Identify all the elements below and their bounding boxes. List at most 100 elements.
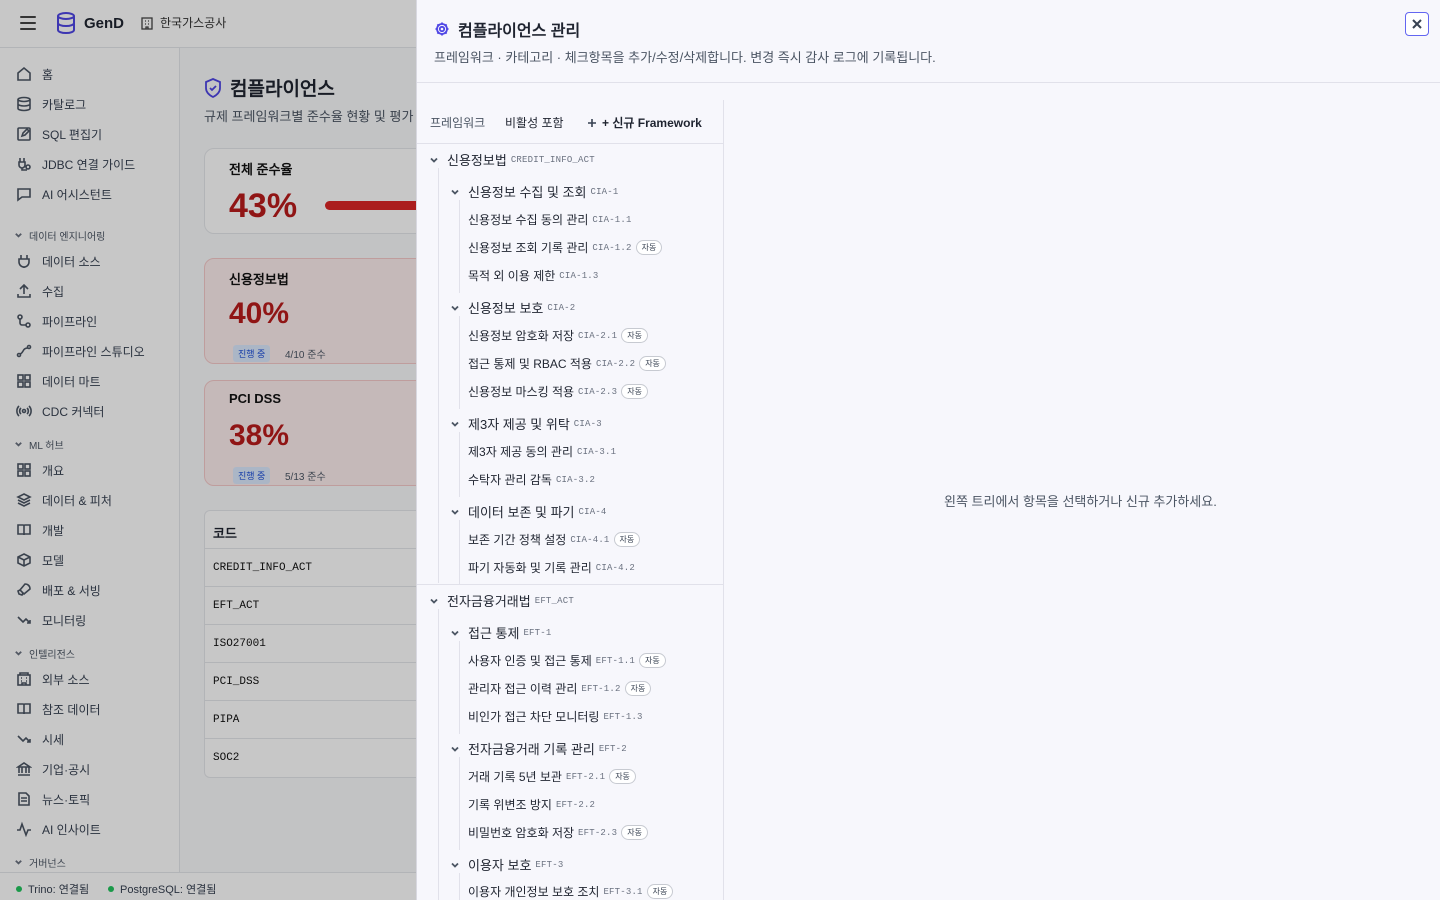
tree-node-code: CIA-3 — [573, 418, 602, 429]
tree-node-code: EFT-3 — [535, 859, 564, 870]
framework-tree-pane: 프레임워크 비활성 포함 + 신규 Framework 신용정보법 CREDIT_… — [417, 100, 724, 900]
tree-node-label: 이용자 개인정보 보호 조치 — [468, 885, 600, 899]
tree-node-label: 신용정보 암호화 저장 — [468, 329, 575, 343]
tree-node-label: 데이터 보존 및 파기 — [468, 505, 575, 520]
chevron-down-icon — [451, 189, 459, 195]
chevron-down-icon — [451, 746, 459, 752]
tree-check-item[interactable]: 제3자 제공 동의 관리 CIA-3.1 — [468, 443, 616, 460]
tree-check-item[interactable]: 기록 위변조 방지 EFT-2.2 — [468, 796, 595, 813]
modal-backdrop[interactable] — [0, 0, 416, 900]
tree-guide-line — [459, 757, 460, 850]
close-button[interactable] — [1405, 12, 1429, 36]
plus-icon — [588, 118, 596, 127]
tree-node-label: 전자금융거래 기록 관리 — [468, 742, 595, 757]
tree-node-label: 비밀번호 암호화 저장 — [468, 826, 575, 840]
tree-check-item[interactable]: 접근 통제 및 RBAC 적용 CIA-2.2 자동 — [468, 355, 666, 372]
tree-node-code: EFT-2.2 — [555, 799, 596, 810]
tree-check-item[interactable]: 신용정보 암호화 저장 CIA-2.1 자동 — [468, 327, 648, 344]
auto-badge: 자동 — [621, 825, 648, 840]
include-inactive-toggle[interactable]: 비활성 포함 — [505, 114, 564, 131]
tree-check-item[interactable]: 목적 외 이용 제한 CIA-1.3 — [468, 267, 599, 284]
tree-node-label: 접근 통제 — [468, 626, 520, 641]
chevron-down-icon — [451, 421, 459, 427]
auto-badge: 자동 — [609, 769, 636, 784]
panel-title-text: 컴플라이언스 관리 — [458, 23, 581, 40]
new-framework-button[interactable]: + 신규 Framework — [587, 114, 702, 131]
tree-node-code: CIA-3.1 — [577, 446, 617, 457]
tree-node-label: 수탁자 관리 감독 — [468, 473, 552, 487]
tree-check-item[interactable]: 신용정보 수집 동의 관리 CIA-1.1 — [468, 211, 632, 228]
tree-check-item[interactable]: 신용정보 조회 기록 관리 CIA-1.2 자동 — [468, 239, 663, 256]
tree-node-label: 이용자 보호 — [468, 858, 532, 873]
tree-category[interactable]: 접근 통제 EFT-1 — [450, 623, 551, 642]
compliance-admin-panel: 컴플라이언스 관리 프레임워크 · 카테고리 · 체크항목을 추가/수정/삭제합… — [416, 0, 1440, 900]
tree-node-code: EFT-1.3 — [603, 711, 643, 722]
tree-check-item[interactable]: 수탁자 관리 감독 CIA-3.2 — [468, 471, 595, 488]
tree-node-code: CIA-4 — [578, 506, 607, 517]
tree-category[interactable]: 전자금융거래 기록 관리 EFT-2 — [450, 739, 627, 758]
tree-node-label: 거래 기록 5년 보관 — [468, 770, 562, 784]
tree-node-code: CIA-1 — [590, 186, 619, 197]
tree-framework[interactable]: 신용정보법 CREDIT_INFO_ACT — [429, 150, 595, 169]
tree-guide-line — [459, 873, 460, 900]
tree-node-code: EFT-1 — [523, 627, 552, 638]
tree-category[interactable]: 제3자 제공 및 위탁 CIA-3 — [450, 414, 602, 433]
auto-badge: 자동 — [646, 884, 674, 899]
tree-node-code: CIA-2.1 — [578, 330, 618, 341]
tree-node-code: CIA-2 — [547, 302, 576, 313]
tree-node-label: 목적 외 이용 제한 — [468, 269, 556, 283]
new-framework-label: + 신규 Framework — [602, 116, 702, 130]
tree-category[interactable]: 신용정보 수집 및 조회 CIA-1 — [450, 182, 619, 201]
tree-node-code: EFT-2.3 — [578, 827, 618, 838]
tree-node-code: CIA-4.2 — [595, 562, 635, 573]
tree-check-item[interactable]: 이용자 개인정보 보호 조치 EFT-3.1 자동 — [468, 883, 674, 900]
chevron-down-icon — [451, 305, 459, 311]
tree-node-code: EFT-3.1 — [603, 886, 643, 897]
tree-node-label: 비인가 접근 차단 모니터링 — [468, 710, 600, 724]
tree-guide-line — [438, 168, 439, 583]
tree-guide-line — [438, 609, 439, 900]
tree-node-label: 관리자 접근 이력 관리 — [468, 682, 578, 696]
tree-node-label: 사용자 인증 및 접근 통제 — [468, 654, 592, 668]
tree-node-code: EFT-2.1 — [565, 771, 606, 782]
tree-node-code: CIA-4.1 — [570, 534, 610, 545]
framework-divider — [417, 584, 723, 585]
tree-check-item[interactable]: 비밀번호 암호화 저장 EFT-2.3 자동 — [468, 824, 648, 841]
tree-check-item[interactable]: 비인가 접근 차단 모니터링 EFT-1.3 — [468, 708, 643, 725]
tree-node-label: 보존 기간 정책 설정 — [468, 533, 567, 547]
tree-check-item[interactable]: 관리자 접근 이력 관리 EFT-1.2 자동 — [468, 680, 652, 697]
tree-category[interactable]: 신용정보 보호 CIA-2 — [450, 298, 575, 317]
tree-node-code: CIA-2.2 — [595, 358, 636, 369]
chevron-down-icon — [451, 862, 459, 868]
tree-node-label: 접근 통제 및 RBAC 적용 — [468, 357, 592, 371]
tree-guide-line — [459, 200, 460, 293]
tree-guide-line — [459, 432, 460, 497]
empty-state-message: 왼쪽 트리에서 항목을 선택하거나 신규 추가하세요. — [944, 494, 1217, 509]
tree-node-label: 신용정보 수집 및 조회 — [468, 185, 587, 200]
auto-badge: 자동 — [638, 653, 666, 668]
tree-check-item[interactable]: 파기 자동화 및 기록 관리 CIA-4.2 — [468, 559, 635, 576]
tree-node-code: EFT-1.2 — [581, 683, 621, 694]
tree-node-label: 전자금융거래법 — [447, 594, 531, 609]
tree-framework[interactable]: 전자금융거래법 EFT_ACT — [429, 591, 574, 610]
tree-category[interactable]: 데이터 보존 및 파기 CIA-4 — [450, 502, 607, 521]
tree-category[interactable]: 이용자 보호 EFT-3 — [450, 855, 563, 874]
tree-toolbar: 프레임워크 비활성 포함 + 신규 Framework — [417, 100, 723, 144]
tree-node-label: 제3자 제공 동의 관리 — [468, 445, 573, 459]
auto-badge: 자동 — [624, 681, 652, 696]
chevron-down-icon — [430, 157, 438, 163]
tree-check-item[interactable]: 사용자 인증 및 접근 통제 EFT-1.1 자동 — [468, 652, 666, 669]
tree-node-code: CIA-1.1 — [592, 214, 632, 225]
toolbar-label: 프레임워크 — [430, 116, 486, 130]
auto-badge: 자동 — [639, 356, 666, 371]
auto-badge: 자동 — [613, 532, 641, 547]
tree-check-item[interactable]: 신용정보 마스킹 적용 CIA-2.3 자동 — [468, 383, 648, 400]
chevron-down-icon — [451, 630, 459, 636]
tree-check-item[interactable]: 거래 기록 5년 보관 EFT-2.1 자동 — [468, 768, 636, 785]
tree-node-label: 신용정보 조회 기록 관리 — [468, 241, 589, 255]
tree-node-code: CREDIT_INFO_ACT — [510, 154, 595, 165]
gear-icon — [435, 22, 449, 36]
tree-node-label: 파기 자동화 및 기록 관리 — [468, 561, 592, 575]
tree-check-item[interactable]: 보존 기간 정책 설정 CIA-4.1 자동 — [468, 531, 641, 548]
tree-node-label: 기록 위변조 방지 — [468, 798, 552, 812]
